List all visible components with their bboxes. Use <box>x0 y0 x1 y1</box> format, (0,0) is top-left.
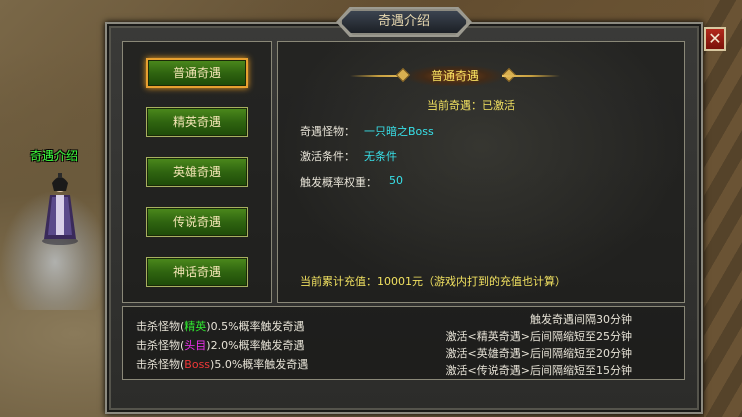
condition-label: 激活条件： <box>300 150 355 163</box>
background-wall <box>704 0 742 417</box>
monster-value: 一只暗之Boss <box>364 125 434 138</box>
kill-rule-suffix: )2.0%概率触发奇遇 <box>206 339 305 352</box>
header-divider-right <box>502 75 560 77</box>
tab-legend-encounter[interactable]: 传说奇遇 <box>146 207 248 237</box>
kill-rule-prefix: 击杀怪物( <box>136 358 185 371</box>
kill-rule-prefix: 击杀怪物( <box>136 320 185 333</box>
detail-header-title: 普通奇遇 <box>410 66 500 86</box>
tab-myth-encounter[interactable]: 神话奇遇 <box>146 257 248 287</box>
kill-rule-tag: Boss <box>184 358 211 371</box>
tab-normal-encounter[interactable]: 普通奇遇 <box>146 58 248 88</box>
kill-rule-tag: 头目 <box>184 339 207 352</box>
interval-rule: 激活<精英奇遇>后间隔缩短至25分钟 <box>445 330 632 343</box>
condition-value: 无条件 <box>364 150 397 163</box>
kill-rule-boss: 击杀怪物(Boss)5.0%概率触发奇遇 <box>136 356 308 372</box>
kill-rule-suffix: )0.5%概率触发奇遇 <box>206 320 305 333</box>
tab-hero-encounter[interactable]: 英雄奇遇 <box>146 157 248 187</box>
close-button[interactable]: ✕ <box>704 27 726 51</box>
monster-label: 奇遇怪物： <box>300 125 355 138</box>
dialog-title: 奇遇介绍 <box>340 9 468 35</box>
header-ornament-left <box>395 67 411 83</box>
npc-character[interactable] <box>38 165 82 245</box>
interval-rule: 激活<英雄奇遇>后间隔缩短至20分钟 <box>445 347 632 360</box>
weight-value: 50 <box>389 174 403 187</box>
interval-rule: 触发奇遇间隔30分钟 <box>530 313 632 326</box>
recharge-total: 当前累计充值：10001元（游戏内打到的充值也计算） <box>300 275 566 288</box>
kill-rule-suffix: )5.0%概率触发奇遇 <box>210 358 309 371</box>
kill-rule-prefix: 击杀怪物( <box>136 339 185 352</box>
kill-rule-tag: 精英 <box>184 320 207 333</box>
npc-name-label: 奇遇介绍 <box>30 149 79 163</box>
detail-header: 普通奇遇 <box>350 66 560 86</box>
kill-rule-boss-head: 击杀怪物(头目)2.0%概率触发奇遇 <box>136 337 305 353</box>
weight-label: 触发概率权重： <box>300 176 377 189</box>
tab-elite-encounter[interactable]: 精英奇遇 <box>146 107 248 137</box>
current-encounter-status: 当前奇遇：已激活 <box>427 99 515 112</box>
interval-rule: 激活<传说奇遇>后间隔缩短至15分钟 <box>445 364 632 377</box>
kill-rule-elite: 击杀怪物(精英)0.5%概率触发奇遇 <box>136 318 305 334</box>
